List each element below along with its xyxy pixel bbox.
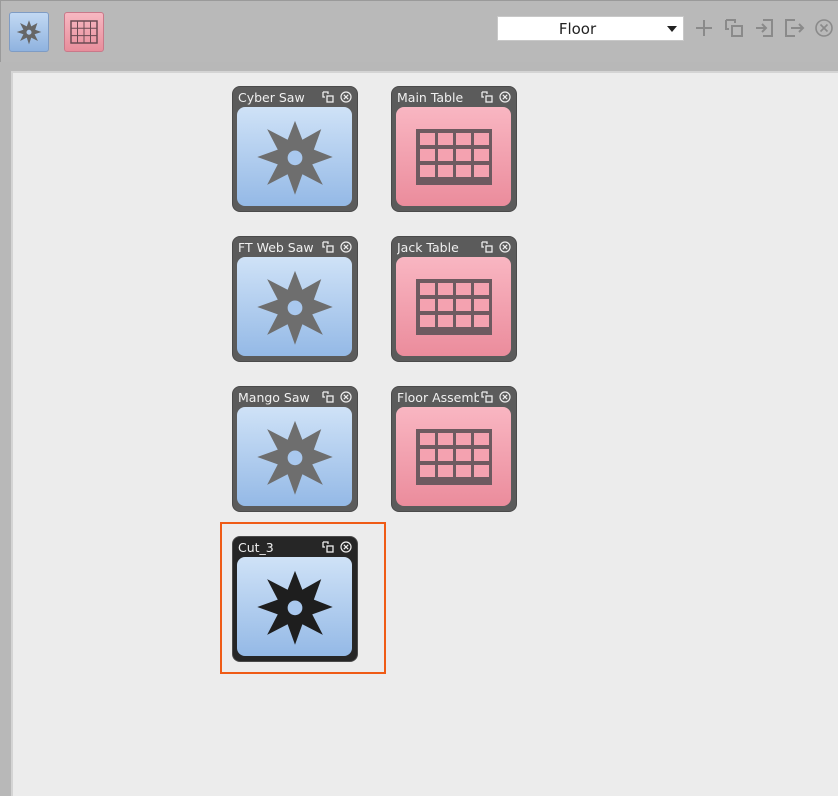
close-icon[interactable] — [499, 391, 511, 403]
device-card[interactable]: FT Web Saw — [233, 237, 357, 361]
duplicate-icon[interactable] — [322, 91, 334, 103]
add-saw-tool-button[interactable] — [9, 12, 49, 52]
saw-blade-icon — [16, 20, 42, 45]
card-title: Jack Table — [397, 240, 459, 255]
toolbar: Floor — [0, 0, 838, 62]
saw-blade-icon — [256, 120, 333, 195]
export-icon[interactable] — [783, 17, 805, 39]
card-title: FT Web Saw — [238, 240, 314, 255]
device-card[interactable]: Jack Table — [392, 237, 516, 361]
layout-select-value: Floor — [558, 20, 597, 38]
card-body — [396, 257, 511, 356]
table-grid-icon — [415, 278, 492, 335]
plus-icon[interactable] — [693, 17, 715, 39]
card-title: Mango Saw — [238, 390, 310, 405]
table-grid-icon — [70, 20, 98, 44]
saw-blade-icon — [256, 420, 333, 495]
chevron-down-icon — [667, 26, 677, 32]
duplicate-icon[interactable] — [723, 17, 745, 39]
layout-select[interactable]: Floor — [497, 16, 684, 41]
table-grid-icon — [415, 128, 492, 185]
card-body — [396, 407, 511, 506]
table-grid-icon — [415, 428, 492, 485]
saw-blade-icon — [256, 270, 333, 345]
duplicate-icon[interactable] — [322, 391, 334, 403]
device-card[interactable]: Cyber Saw — [233, 87, 357, 211]
device-card[interactable]: Floor Assembly — [392, 387, 516, 511]
close-icon[interactable] — [340, 241, 352, 253]
device-card[interactable]: Mango Saw — [233, 387, 357, 511]
card-body — [237, 257, 352, 356]
device-card[interactable]: Main Table — [392, 87, 516, 211]
card-body — [237, 407, 352, 506]
close-icon[interactable] — [499, 241, 511, 253]
card-title: Main Table — [397, 90, 464, 105]
card-body — [237, 107, 352, 206]
close-icon[interactable] — [499, 91, 511, 103]
close-icon[interactable] — [340, 91, 352, 103]
add-table-tool-button[interactable] — [64, 12, 104, 52]
duplicate-icon[interactable] — [481, 391, 493, 403]
card-title: Cyber Saw — [238, 90, 305, 105]
duplicate-icon[interactable] — [481, 91, 493, 103]
duplicate-icon[interactable] — [481, 241, 493, 253]
close-circle-icon[interactable] — [813, 17, 835, 39]
card-body — [396, 107, 511, 206]
duplicate-icon[interactable] — [322, 241, 334, 253]
card-title: Floor Assembly — [397, 390, 479, 405]
import-icon[interactable] — [753, 17, 775, 39]
close-icon[interactable] — [340, 391, 352, 403]
selection-outline — [220, 522, 386, 674]
